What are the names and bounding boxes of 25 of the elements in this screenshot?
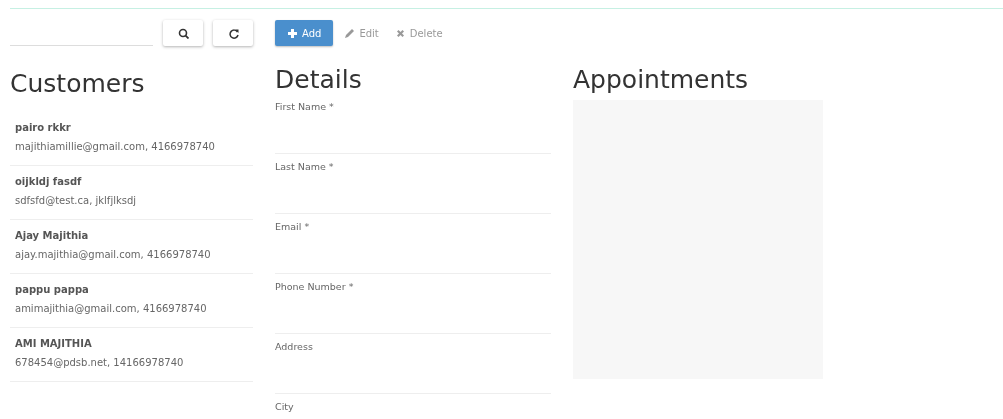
customer-item[interactable]: oijkldj fasdf sdfsfd@test.ca, jklfjlksdj [10, 165, 253, 220]
customer-details: majithiamillie@gmail.com, 4166978740 [15, 139, 216, 154]
input-field[interactable]: Address [275, 339, 551, 394]
customer-name: Ajay Majithia [15, 228, 90, 243]
add-button[interactable]: Add [275, 20, 334, 46]
input-field[interactable]: Email * [275, 219, 551, 274]
customer-name: pairo rkkr [15, 120, 72, 135]
customer-details: sdfsfd@test.ca, jklfjlksdj [15, 193, 138, 208]
customer-item[interactable]: pappu pappa amimajithia@gmail.com, 4166978740 [10, 273, 253, 328]
input-field[interactable]: Phone Number * [275, 279, 551, 334]
input-field[interactable]: Last Name * [275, 159, 551, 214]
customer-details: 678454@pdsb.net, 14166978740 [15, 355, 185, 370]
section-heading: Customers [10, 70, 146, 98]
customer-name: AMI MAJITHIA [15, 336, 93, 351]
customer-details: amimajithia@gmail.com, 4166978740 [15, 301, 208, 316]
customer-details: ajay.majithia@gmail.com, 4166978740 [15, 247, 212, 262]
input-field[interactable]: City [275, 399, 551, 419]
input-field[interactable]: First Name * [275, 99, 551, 154]
section-heading: Appointments [573, 66, 750, 94]
customer-name: oijkldj fasdf [15, 174, 83, 189]
section-heading: Details [275, 66, 363, 94]
customer-item[interactable]: AMI MAJITHIA 678454@pdsb.net, 14166978740 [10, 327, 253, 382]
customer-item[interactable]: pairo rkkr majithiamillie@gmail.com, 4166978740 [10, 111, 253, 166]
customer-name: pappu pappa [15, 282, 90, 297]
customer-item[interactable]: Ajay Majithia ajay.majithia@gmail.com, 4166978740 [10, 219, 253, 274]
